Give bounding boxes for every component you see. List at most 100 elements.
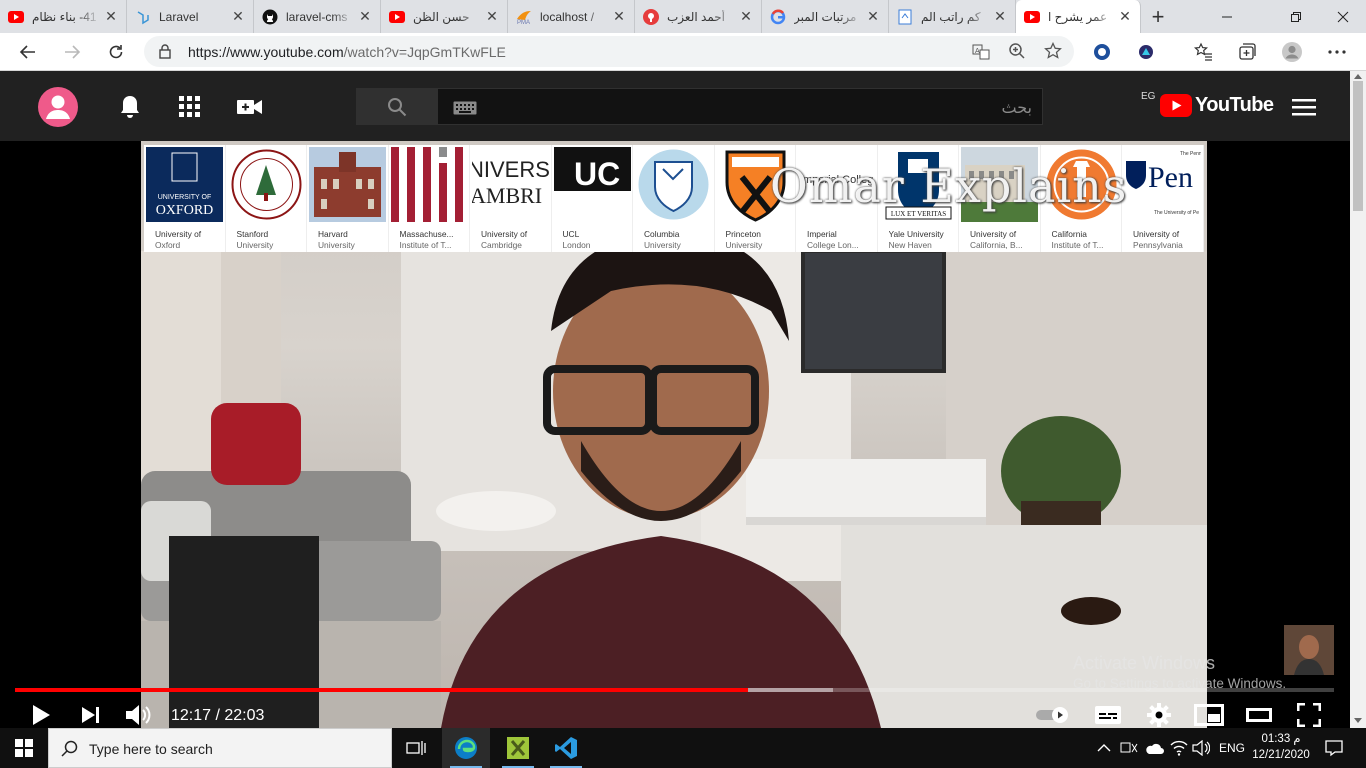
volume-icon[interactable]: [123, 701, 155, 728]
close-tab-icon[interactable]: ✕: [358, 8, 372, 25]
account-avatar-icon[interactable]: [37, 86, 79, 128]
notifications-icon[interactable]: [1324, 728, 1344, 768]
more-menu-icon[interactable]: [1322, 38, 1352, 66]
browser-tab[interactable]: عمر يشرح ا ✕: [1016, 0, 1141, 33]
minimize-button[interactable]: [1204, 0, 1250, 33]
svg-text:Pen: Pen: [1148, 161, 1193, 194]
miniplayer-icon[interactable]: [1194, 701, 1224, 728]
favorites-icon[interactable]: [1188, 38, 1218, 66]
extension-icon[interactable]: [1131, 38, 1161, 66]
svg-text:PMA: PMA: [517, 20, 530, 25]
close-tab-icon[interactable]: ✕: [739, 8, 753, 25]
theater-mode-icon[interactable]: [1245, 701, 1273, 728]
browser-tab[interactable]: أحمد العزب ✕: [635, 0, 762, 33]
search-input[interactable]: بحث: [437, 88, 1043, 125]
subtitles-icon[interactable]: [1094, 701, 1122, 728]
notifications-bell-icon[interactable]: [116, 93, 144, 121]
close-window-button[interactable]: [1320, 0, 1366, 33]
input-language[interactable]: ENG: [1219, 728, 1245, 768]
vscode-taskbar-icon[interactable]: [542, 728, 590, 768]
university-result-card: UNIVERSITY OF OXFORD University of Oxford: [144, 145, 226, 252]
university-name-line2: London: [562, 240, 591, 250]
university-name-line1: University of: [481, 229, 528, 239]
university-name-line2: College Lon...: [807, 240, 859, 250]
university-name-line1: Imperial: [807, 229, 837, 239]
search-button[interactable]: [356, 88, 437, 125]
next-video-icon[interactable]: [78, 701, 104, 728]
scrollbar-thumb[interactable]: [1353, 81, 1363, 211]
university-name-line1: Columbia: [644, 229, 680, 239]
browser-tab-strip: 41- بناء نظام✕Laravel✕laravel-cms✕حسن ال…: [0, 0, 1366, 33]
keyboard-icon[interactable]: [453, 101, 477, 120]
browser-tab[interactable]: laravel-cms ✕: [254, 0, 381, 33]
svg-text:The University of Pe: The University of Pe: [1154, 210, 1199, 216]
apps-grid-icon[interactable]: [176, 93, 204, 121]
windows-start-icon[interactable]: [0, 728, 48, 768]
lock-icon: [158, 43, 172, 64]
youtube-logo[interactable]: YouTube: [1160, 94, 1274, 117]
university-caption: California Institute of T...: [1052, 229, 1120, 251]
hamburger-menu-icon[interactable]: [1290, 95, 1318, 119]
refresh-button[interactable]: [101, 38, 131, 66]
browser-tab[interactable]: 41- بناء نظام✕: [0, 0, 127, 33]
xampp-taskbar-icon[interactable]: [494, 728, 542, 768]
close-tab-icon[interactable]: ✕: [104, 8, 118, 25]
university-result-card: Stanford University: [226, 145, 307, 252]
close-tab-icon[interactable]: ✕: [993, 8, 1007, 25]
favorite-star-icon[interactable]: [1044, 41, 1062, 65]
network-settings-icon[interactable]: [1120, 728, 1138, 768]
browser-tab[interactable]: PMA localhost / ✕: [508, 0, 635, 33]
close-tab-icon[interactable]: ✕: [231, 8, 245, 25]
university-logo-image: NIVERSIAMBRI: [472, 147, 549, 222]
university-result-card: Massachuse... Institute of T...: [389, 145, 470, 252]
university-caption: Columbia University: [644, 229, 712, 251]
university-name-line1: University of: [1133, 229, 1180, 239]
page-icon: [897, 9, 913, 25]
university-caption: Stanford University: [237, 229, 305, 251]
university-caption: Princeton University: [726, 229, 794, 251]
url-text: https://www.youtube.com/watch?v=JqpGmTKw…: [188, 44, 506, 60]
autoplay-toggle[interactable]: [1036, 701, 1072, 728]
progress-bar[interactable]: [15, 688, 1334, 692]
video-player[interactable]: UNIVERSITY OF OXFORD University of Oxford St…: [0, 141, 1366, 728]
youtube-icon: [389, 9, 405, 25]
edge-extension-icon[interactable]: [1087, 38, 1117, 66]
collections-icon[interactable]: [1232, 38, 1262, 66]
close-tab-icon[interactable]: ✕: [866, 8, 880, 25]
taskbar-search-input[interactable]: Type here to search: [48, 728, 392, 768]
address-bar[interactable]: https://www.youtube.com/watch?v=JqpGmTKw…: [144, 36, 1074, 67]
task-view-icon[interactable]: [392, 728, 440, 768]
new-tab-button[interactable]: +: [1141, 0, 1175, 33]
taskbar-clock[interactable]: 01:33 م 12/21/2020: [1248, 731, 1314, 763]
translate-icon[interactable]: A: [972, 43, 990, 66]
university-logo-image: [309, 147, 386, 222]
podcast-icon: [643, 8, 659, 25]
zoom-icon[interactable]: [1008, 42, 1026, 65]
university-logo-image: [635, 147, 712, 222]
channel-avatar-thumbnail[interactable]: [1284, 625, 1334, 675]
browser-tab[interactable]: Laravel ✕: [127, 0, 254, 33]
back-button[interactable]: [13, 38, 43, 66]
create-video-icon[interactable]: [236, 93, 264, 121]
university-name-line2: University: [725, 240, 763, 250]
close-tab-icon[interactable]: ✕: [1118, 8, 1132, 25]
show-hidden-icons[interactable]: [1097, 728, 1111, 768]
fullscreen-icon[interactable]: [1295, 701, 1323, 728]
university-name-line1: California: [1051, 229, 1087, 239]
edge-taskbar-icon[interactable]: [442, 728, 490, 768]
forward-button[interactable]: [57, 38, 87, 66]
close-tab-icon[interactable]: ✕: [485, 8, 499, 25]
page-scrollbar[interactable]: [1350, 71, 1366, 728]
browser-tab[interactable]: مرتبات المبر ✕: [762, 0, 889, 33]
speaker-volume-icon[interactable]: [1192, 728, 1210, 768]
browser-tab[interactable]: حسن الظن ✕: [381, 0, 508, 33]
close-tab-icon[interactable]: ✕: [612, 8, 626, 25]
university-caption: UCL London: [563, 229, 631, 251]
onedrive-cloud-icon[interactable]: [1144, 728, 1164, 768]
browser-tab[interactable]: كم راتب الم ✕: [889, 0, 1016, 33]
settings-gear-icon[interactable]: [1145, 701, 1173, 728]
play-icon[interactable]: [28, 701, 54, 728]
wifi-icon[interactable]: [1170, 728, 1188, 768]
profile-avatar-icon[interactable]: [1277, 38, 1307, 66]
restore-button[interactable]: [1273, 0, 1319, 33]
